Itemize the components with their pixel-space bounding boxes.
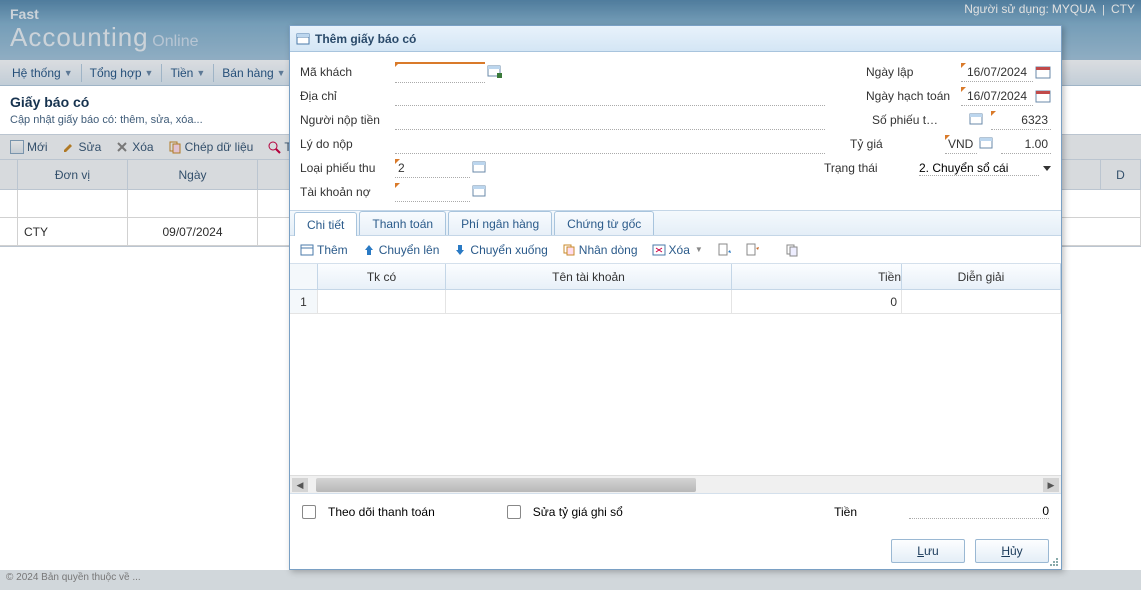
- dialog-titlebar[interactable]: Thêm giấy báo có: [290, 26, 1061, 52]
- fld-ty-gia-cur[interactable]: [945, 135, 977, 154]
- scroll-thumb[interactable]: [316, 478, 696, 492]
- cell-tk-co[interactable]: [318, 290, 446, 313]
- lbl-ngay-lap: Ngày lập: [866, 65, 961, 79]
- cancel-button[interactable]: Hủy: [975, 539, 1049, 563]
- tb-moi[interactable]: Mới: [4, 137, 54, 157]
- fld-ma-khach[interactable]: [395, 62, 485, 83]
- fld-ly-do[interactable]: [395, 135, 825, 154]
- fld-nguoi-nop[interactable]: [395, 111, 825, 130]
- copy-doc-icon: [785, 243, 799, 257]
- menu-banhang[interactable]: Bán hàng▼: [214, 62, 293, 84]
- fld-dia-chi[interactable]: [395, 87, 825, 106]
- arrow-up-icon: [362, 243, 376, 257]
- lbl-ma-khach: Mã khách: [300, 65, 395, 79]
- tb-chep[interactable]: Chép dữ liệu: [162, 137, 260, 157]
- fld-trang-thai[interactable]: 2. Chuyển sổ cái: [919, 161, 1039, 176]
- lookup-icon[interactable]: [472, 161, 488, 175]
- lbl-tien-total: Tiền: [834, 505, 857, 519]
- fld-so-phieu[interactable]: [991, 111, 1051, 130]
- col-ngay: Ngày: [128, 160, 258, 189]
- col-d: D: [1101, 160, 1141, 189]
- arrow-down-icon: [453, 243, 467, 257]
- lookup-icon[interactable]: [979, 137, 995, 151]
- tab-chi-tiet[interactable]: Chi tiết: [294, 212, 357, 236]
- tb-sua[interactable]: Sửa: [56, 137, 108, 157]
- tb-xoa[interactable]: Xóa: [109, 137, 159, 157]
- save-button[interactable]: Lưu: [891, 539, 965, 563]
- tab-phi-ngan-hang[interactable]: Phí ngân hàng: [448, 211, 552, 235]
- st-nhan-dong[interactable]: Nhân dòng: [556, 240, 644, 260]
- copy-icon: [562, 243, 576, 257]
- cell-rownum: 1: [290, 290, 318, 313]
- cell-dien-giai[interactable]: [902, 290, 1061, 313]
- chevron-down-icon[interactable]: [1043, 166, 1051, 171]
- h-scrollbar[interactable]: ◀ ▶: [290, 475, 1061, 493]
- footer-fields: Theo dõi thanh toán Sửa tỷ giá ghi sổ Ti…: [290, 493, 1061, 529]
- st-import-up[interactable]: [711, 240, 737, 260]
- lbl-sua-tg: Sửa tỷ giá ghi sổ: [533, 505, 623, 519]
- lookup-icon[interactable]: [487, 65, 503, 79]
- col-rownum: [290, 264, 318, 289]
- col-dien-giai[interactable]: Diễn giải: [902, 264, 1061, 289]
- st-chuyen-len[interactable]: Chuyển lên: [356, 240, 446, 260]
- scroll-right-icon[interactable]: ▶: [1043, 478, 1059, 492]
- col-ten-tk[interactable]: Tên tài khoản: [446, 264, 732, 289]
- detail-toolbar: Thêm Chuyển lên Chuyển xuống Nhân dòng X…: [290, 236, 1061, 264]
- user-info: Người sử dụng: MYQUA | CTY: [964, 2, 1135, 16]
- col-tien[interactable]: Tiền: [732, 264, 902, 289]
- cell-ten-tk[interactable]: [446, 290, 732, 313]
- lbl-loai-phieu: Loại phiếu thu: [300, 161, 395, 175]
- app-logo: Fast Accounting Online: [10, 6, 199, 53]
- detail-grid: Tk có Tên tài khoản Tiền Diễn giải 1 0 ◀…: [290, 264, 1061, 493]
- doc-up-icon: [717, 243, 731, 257]
- lbl-tk-no: Tài khoản nợ: [300, 185, 395, 199]
- doc-down-icon: [745, 243, 759, 257]
- lookup-icon[interactable]: [472, 185, 488, 199]
- chk-sua-tg[interactable]: [507, 505, 521, 519]
- col-tk-co[interactable]: Tk có: [318, 264, 446, 289]
- scroll-left-icon[interactable]: ◀: [292, 478, 308, 492]
- menu-tien[interactable]: Tiền▼: [162, 62, 213, 84]
- lbl-ty-gia: Tỷ giá: [850, 137, 945, 151]
- fld-ty-gia-val[interactable]: [1001, 135, 1051, 154]
- st-import-down[interactable]: [739, 240, 765, 260]
- lbl-nguoi-nop: Người nộp tiền: [300, 113, 395, 127]
- app-footer: © 2024 Bản quyền thuộc về ...: [0, 570, 1141, 590]
- menu-hethong[interactable]: Hệ thống▼: [4, 62, 81, 84]
- col-donvi: Đơn vị: [18, 160, 128, 189]
- delete-icon: [652, 243, 666, 257]
- resize-grip[interactable]: [1047, 555, 1059, 567]
- lbl-dia-chi: Địa chỉ: [300, 89, 395, 103]
- fld-tk-no[interactable]: [395, 183, 470, 202]
- form-area: Mã khách Ngày lập Địa chỉ Ngày hạch toán: [290, 52, 1061, 210]
- calendar-icon[interactable]: [1035, 89, 1051, 103]
- cell-tien[interactable]: 0: [732, 290, 902, 313]
- lbl-ly-do: Lý do nộp: [300, 137, 395, 151]
- detail-row[interactable]: 1 0: [290, 290, 1061, 314]
- dialog-them-giay-bao-co: Thêm giấy báo có Mã khách Ngày lập Địa c…: [289, 25, 1062, 570]
- dialog-title: Thêm giấy báo có: [315, 32, 416, 46]
- fld-ngay-lap[interactable]: [961, 63, 1033, 82]
- calendar-icon[interactable]: [1035, 65, 1051, 79]
- lbl-trang-thai: Trạng thái: [824, 161, 919, 175]
- fld-loai-phieu[interactable]: [395, 159, 470, 178]
- lookup-icon[interactable]: [969, 113, 985, 127]
- st-copy-doc[interactable]: [779, 240, 805, 260]
- st-xoa[interactable]: Xóa▼: [646, 240, 709, 260]
- lbl-ngay-ht: Ngày hạch toán: [866, 89, 961, 103]
- form-icon: [296, 32, 310, 46]
- menu-tonghop[interactable]: Tổng hợp▼: [82, 62, 162, 84]
- fld-ngay-ht[interactable]: [961, 87, 1033, 106]
- button-bar: Lưu Hủy: [290, 529, 1061, 569]
- tab-chung-tu-goc[interactable]: Chứng từ gốc: [554, 211, 654, 235]
- lbl-theo-doi: Theo dõi thanh toán: [328, 505, 435, 519]
- val-tien-total: 0: [909, 504, 1049, 519]
- chk-theo-doi[interactable]: [302, 505, 316, 519]
- detail-tabs: Chi tiết Thanh toán Phí ngân hàng Chứng …: [290, 210, 1061, 236]
- st-them[interactable]: Thêm: [294, 240, 354, 260]
- tab-thanh-toan[interactable]: Thanh toán: [359, 211, 446, 235]
- st-chuyen-xuong[interactable]: Chuyển xuống: [447, 240, 553, 260]
- lbl-so-phieu: Số phiếu t…: [872, 113, 967, 127]
